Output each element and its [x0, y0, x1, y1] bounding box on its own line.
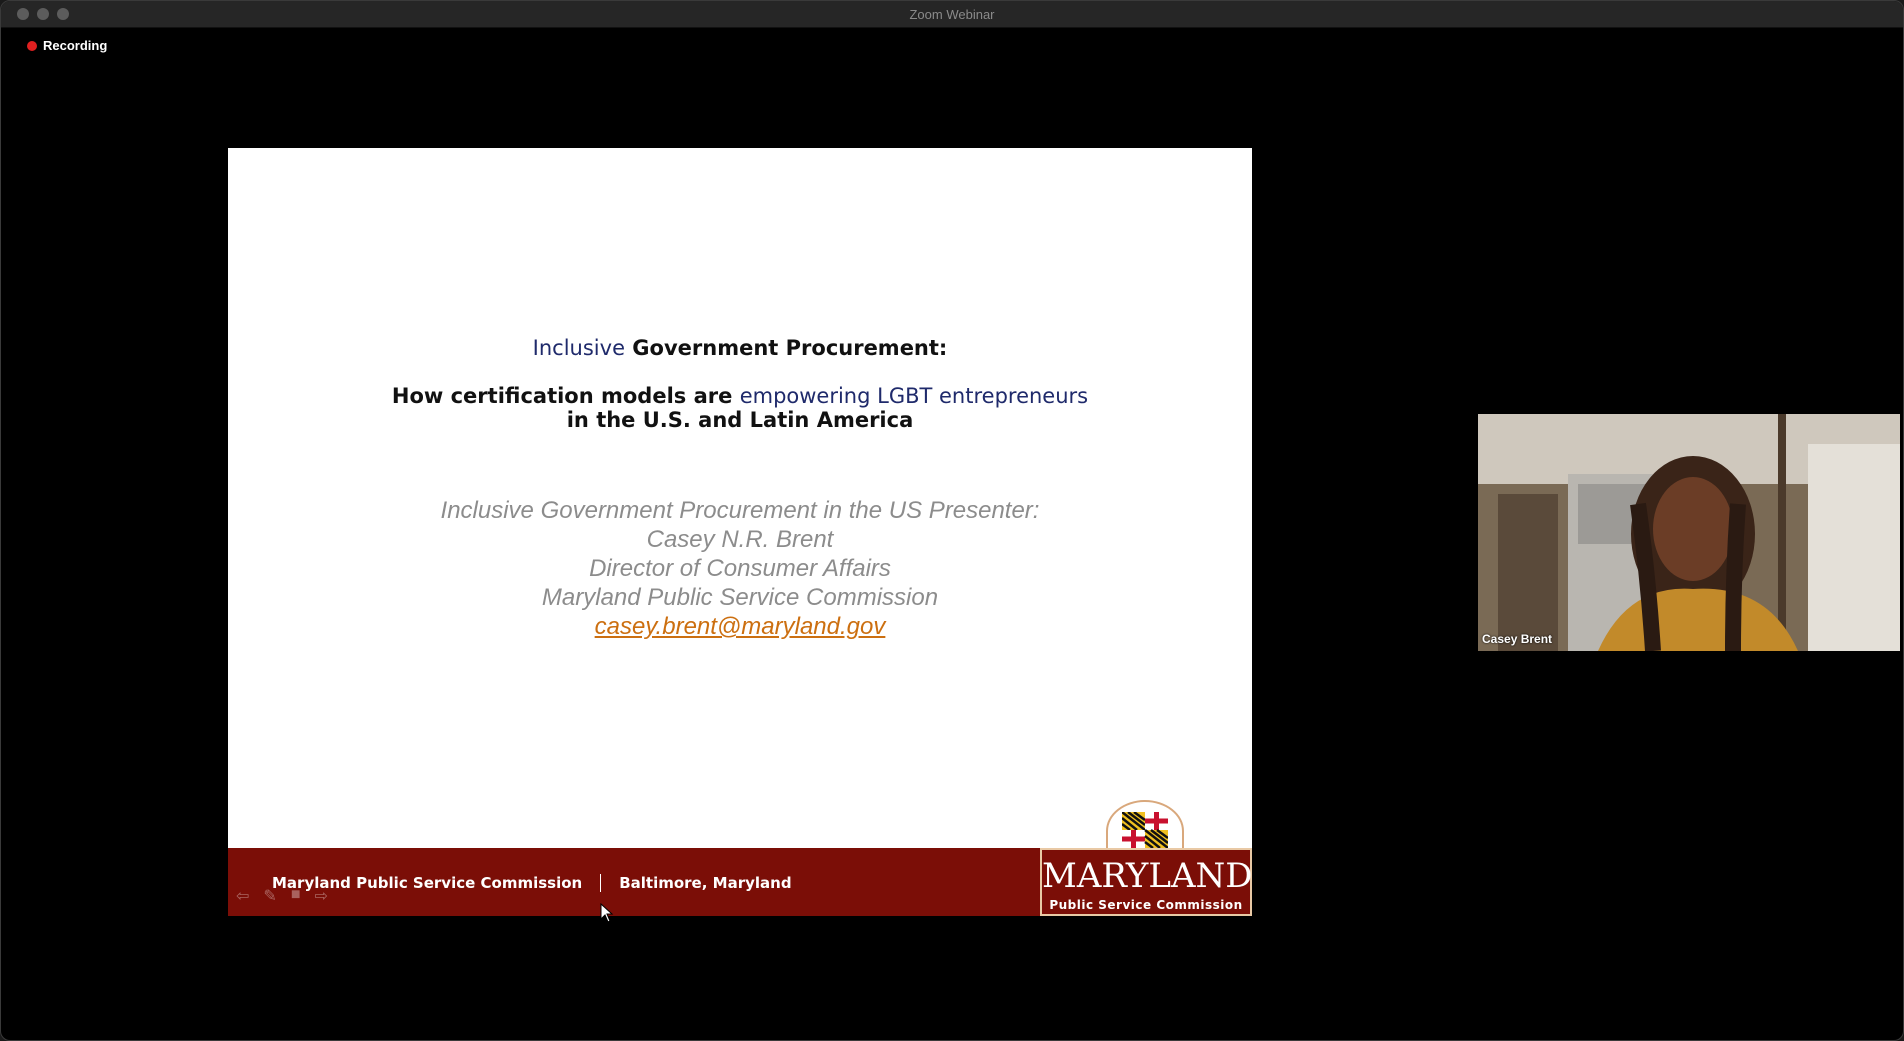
presenter-name: Casey N.R. Brent: [646, 526, 834, 553]
slide-title-highlight: Inclusive: [532, 336, 625, 360]
previous-slide-icon[interactable]: ⇦: [236, 886, 249, 906]
subtitle-part2: in the U.S. and Latin America: [566, 408, 914, 432]
participant-name-label: Casey Brent: [1482, 632, 1553, 646]
title-bar: Zoom Webinar: [1, 1, 1903, 28]
participant-video-tile[interactable]: Casey Brent: [1478, 414, 1900, 651]
slide-title: Inclusive Government Procurement:: [228, 336, 1252, 360]
recording-dot-icon: [27, 40, 37, 51]
slide-title-rest: Government Procurement:: [625, 336, 948, 360]
logo-subtitle: Public Service Commission: [1049, 898, 1243, 912]
logo-wordmark: MARYLAND: [1042, 856, 1252, 896]
logo-banner: MARYLAND Public Service Commission: [1040, 848, 1252, 916]
footer-organization: Maryland Public Service Commission: [272, 874, 583, 892]
participant-video-frame: [1478, 414, 1900, 651]
recording-label: Recording: [43, 38, 108, 53]
footer-location: Baltimore, Maryland: [619, 874, 792, 892]
maryland-psc-logo: MARYLAND Public Service Commission: [1040, 800, 1252, 916]
presenter-heading: Inclusive Government Procurement in the …: [440, 497, 1040, 524]
presenter-role: Director of Consumer Affairs: [589, 555, 891, 582]
shared-screen-slide: Inclusive Government Procurement: How ce…: [228, 148, 1252, 916]
slide-footer-text: Maryland Public Service Commission Balti…: [272, 874, 792, 892]
subtitle-part1: How certification models are: [391, 384, 740, 408]
window-title: Zoom Webinar: [909, 7, 995, 22]
slide-subtitle: How certification models are empowering …: [378, 384, 1102, 432]
mouse-cursor-icon: [600, 903, 614, 923]
subtitle-highlight-empowering: empowering: [739, 384, 871, 408]
footer-divider: [600, 874, 602, 892]
zoom-window: Zoom Webinar Recording Inclusive Governm…: [0, 0, 1904, 1041]
recording-indicator[interactable]: Recording: [27, 38, 107, 53]
subtitle-highlight-lgbt: LGBT: [870, 384, 940, 408]
subtitle-highlight-entrepreneurs: entrepreneurs: [939, 384, 1089, 408]
presenter-email-link[interactable]: casey.brent@maryland.gov: [595, 613, 886, 640]
presenter-org: Maryland Public Service Commission: [541, 584, 939, 611]
presenter-block: Inclusive Government Procurement in the …: [228, 496, 1252, 641]
